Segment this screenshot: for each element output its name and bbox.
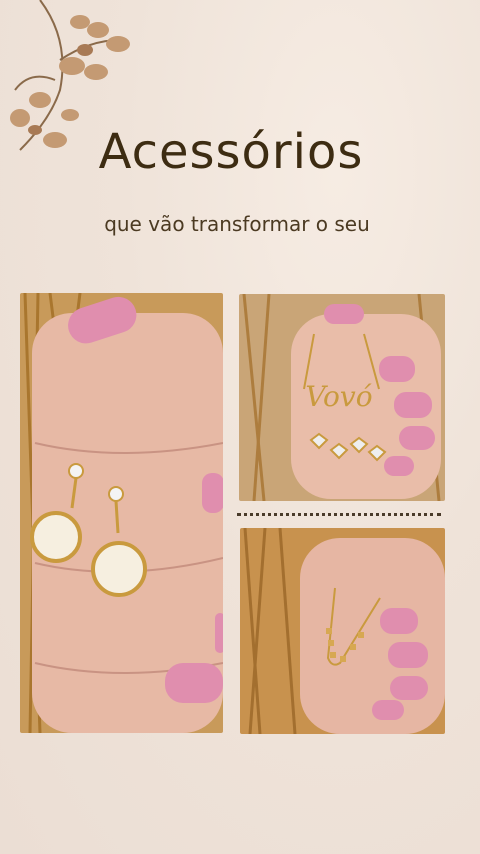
photo-pearl-earrings: [20, 293, 223, 733]
page-subtitle: que vão transformar o seu: [104, 212, 370, 236]
page-title: Acessórios: [98, 124, 364, 180]
dotted-divider: [237, 513, 441, 516]
necklace-engraving: Vovó: [305, 380, 372, 413]
photo-name-necklace: Vovó: [239, 294, 445, 501]
photo-cube-chain-necklace: [240, 528, 445, 734]
